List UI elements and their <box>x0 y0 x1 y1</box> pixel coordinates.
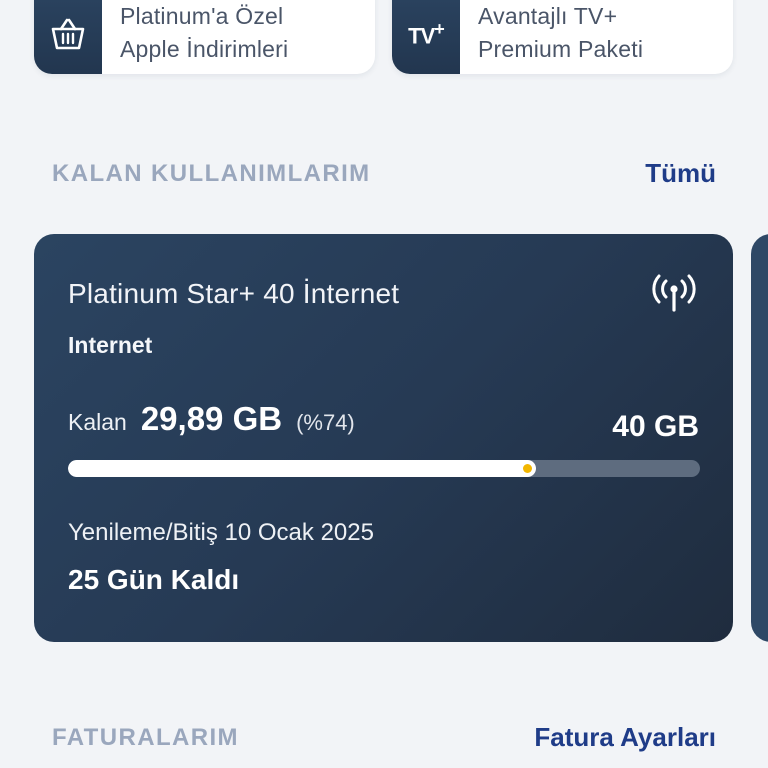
promo-tv-plus[interactable]: TV+ Avantajlı TV+ Premium Paketi <box>392 0 733 74</box>
usage-progress-marker <box>523 464 532 473</box>
bills-section-title: FATURALARIM <box>52 723 239 751</box>
promo-icon-box <box>34 0 102 74</box>
tv-plus-sup: + <box>434 18 444 39</box>
days-left: 25 Gün Kaldı <box>68 564 240 595</box>
plan-name: Platinum Star+ 40 İnternet <box>68 278 400 309</box>
antenna-signal-icon <box>652 274 696 312</box>
next-usage-card[interactable] <box>751 234 768 642</box>
remaining-value: 29,89 GB <box>140 400 283 437</box>
promo-text: Avantajlı TV+ Premium Paketi <box>460 0 643 74</box>
tv-plus-icon: TV+ <box>408 18 445 49</box>
promo-icon-box: TV+ <box>392 0 460 74</box>
usage-section-header: KALAN KULLANIMLARIM Tümü <box>52 158 716 189</box>
remaining-label: Kalan <box>68 409 127 435</box>
usage-progress-bar <box>68 460 700 477</box>
see-all-link[interactable]: Tümü <box>645 158 716 189</box>
bill-settings-link[interactable]: Fatura Ayarları <box>534 722 716 753</box>
promo-text: Platinum'a Özel Apple İndirimleri <box>102 0 288 74</box>
promo-line1: Avantajlı TV+ <box>478 3 618 29</box>
promo-line2: Apple İndirimleri <box>120 36 289 62</box>
promo-apple-discounts[interactable]: Platinum'a Özel Apple İndirimleri <box>34 0 375 74</box>
shopping-basket-icon <box>51 18 85 50</box>
remaining-row: Kalan 29,89 GB (%74) <box>68 400 355 438</box>
total-quota: 40 GB <box>612 410 699 443</box>
remaining-percent: (%74) <box>296 410 355 435</box>
renewal-date: Yenileme/Bitiş 10 Ocak 2025 <box>68 519 374 546</box>
tv-plus-text: TV <box>408 23 435 49</box>
usage-card[interactable]: Platinum Star+ 40 İnternet Internet Kala… <box>34 234 733 642</box>
plan-type: Internet <box>68 332 153 358</box>
promo-line1: Platinum'a Özel <box>120 3 284 29</box>
promo-line2: Premium Paketi <box>478 36 644 62</box>
usage-section-title: KALAN KULLANIMLARIM <box>52 159 371 187</box>
app-screen: Platinum'a Özel Apple İndirimleri TV+ Av… <box>0 0 768 768</box>
bills-section-header: FATURALARIM Fatura Ayarları <box>52 722 716 753</box>
usage-progress-fill <box>68 460 536 477</box>
